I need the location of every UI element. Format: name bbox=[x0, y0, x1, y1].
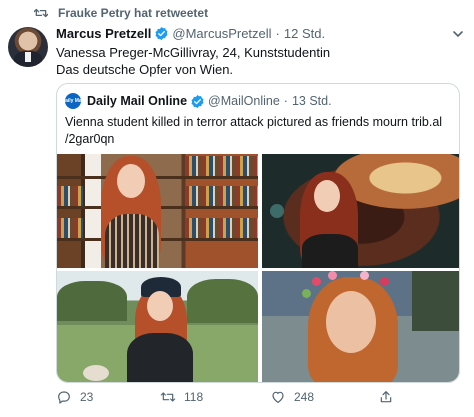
share-button[interactable] bbox=[378, 389, 402, 405]
quoted-tweet-header: Daily Mail Daily Mail Online @MailOnline… bbox=[61, 93, 332, 109]
photo-grid bbox=[57, 154, 459, 382]
verified-badge-icon bbox=[191, 94, 204, 108]
photo-4[interactable] bbox=[262, 271, 459, 382]
reply-icon bbox=[58, 391, 70, 404]
author-name[interactable]: Marcus Pretzell bbox=[56, 26, 151, 41]
quoted-tweet-text: Vienna student killed in terror attack p… bbox=[65, 114, 445, 148]
separator-dot: · bbox=[275, 26, 280, 41]
action-bar: 23 118 248 bbox=[56, 389, 456, 409]
daily-mail-logo: Daily Mail bbox=[61, 93, 85, 109]
more-options-icon[interactable] bbox=[452, 28, 464, 40]
photo-2[interactable] bbox=[262, 154, 459, 268]
tweet-text-line: Vanessa Preger-McGillivray, 24, Kunststu… bbox=[56, 45, 331, 60]
retweet-count: 118 bbox=[184, 390, 204, 404]
photo-1[interactable] bbox=[57, 154, 258, 268]
quoted-text-line: Vienna student killed in terror attack p… bbox=[65, 115, 443, 129]
tweet-text-line: Das deutsche Opfer von Wien. bbox=[56, 62, 234, 77]
avatar[interactable] bbox=[8, 27, 48, 67]
separator-dot: · bbox=[283, 94, 288, 108]
author-handle[interactable]: @MarcusPretzell bbox=[172, 26, 271, 41]
like-button[interactable]: 248 bbox=[270, 389, 314, 405]
like-count: 248 bbox=[294, 390, 315, 404]
quoted-author-handle[interactable]: @MailOnline bbox=[208, 94, 280, 108]
retweeted-by-label[interactable]: Frauke Petry hat retweetet bbox=[58, 6, 208, 20]
quoted-tweet[interactable]: Daily Mail Daily Mail Online @MailOnline… bbox=[56, 83, 460, 383]
verified-badge-icon bbox=[155, 26, 168, 41]
photo-3[interactable] bbox=[57, 271, 258, 382]
share-icon bbox=[380, 391, 392, 403]
retweet-icon bbox=[160, 392, 176, 402]
tweet-text: Vanessa Preger-McGillivray, 24, Kunststu… bbox=[56, 44, 330, 78]
retweet-button[interactable]: 118 bbox=[160, 389, 203, 405]
retweet-icon bbox=[34, 8, 48, 18]
reply-button[interactable]: 23 bbox=[56, 389, 93, 405]
tweet-timestamp[interactable]: 12 Std. bbox=[284, 26, 325, 41]
reply-count: 23 bbox=[80, 390, 94, 404]
quoted-text-line: /2gar0qn bbox=[65, 132, 115, 146]
quoted-timestamp[interactable]: 13 Std. bbox=[292, 94, 332, 108]
tweet-header: Marcus Pretzell @MarcusPretzell · 12 Std… bbox=[56, 26, 464, 41]
quoted-author-name[interactable]: Daily Mail Online bbox=[87, 94, 187, 108]
heart-icon bbox=[272, 391, 284, 403]
